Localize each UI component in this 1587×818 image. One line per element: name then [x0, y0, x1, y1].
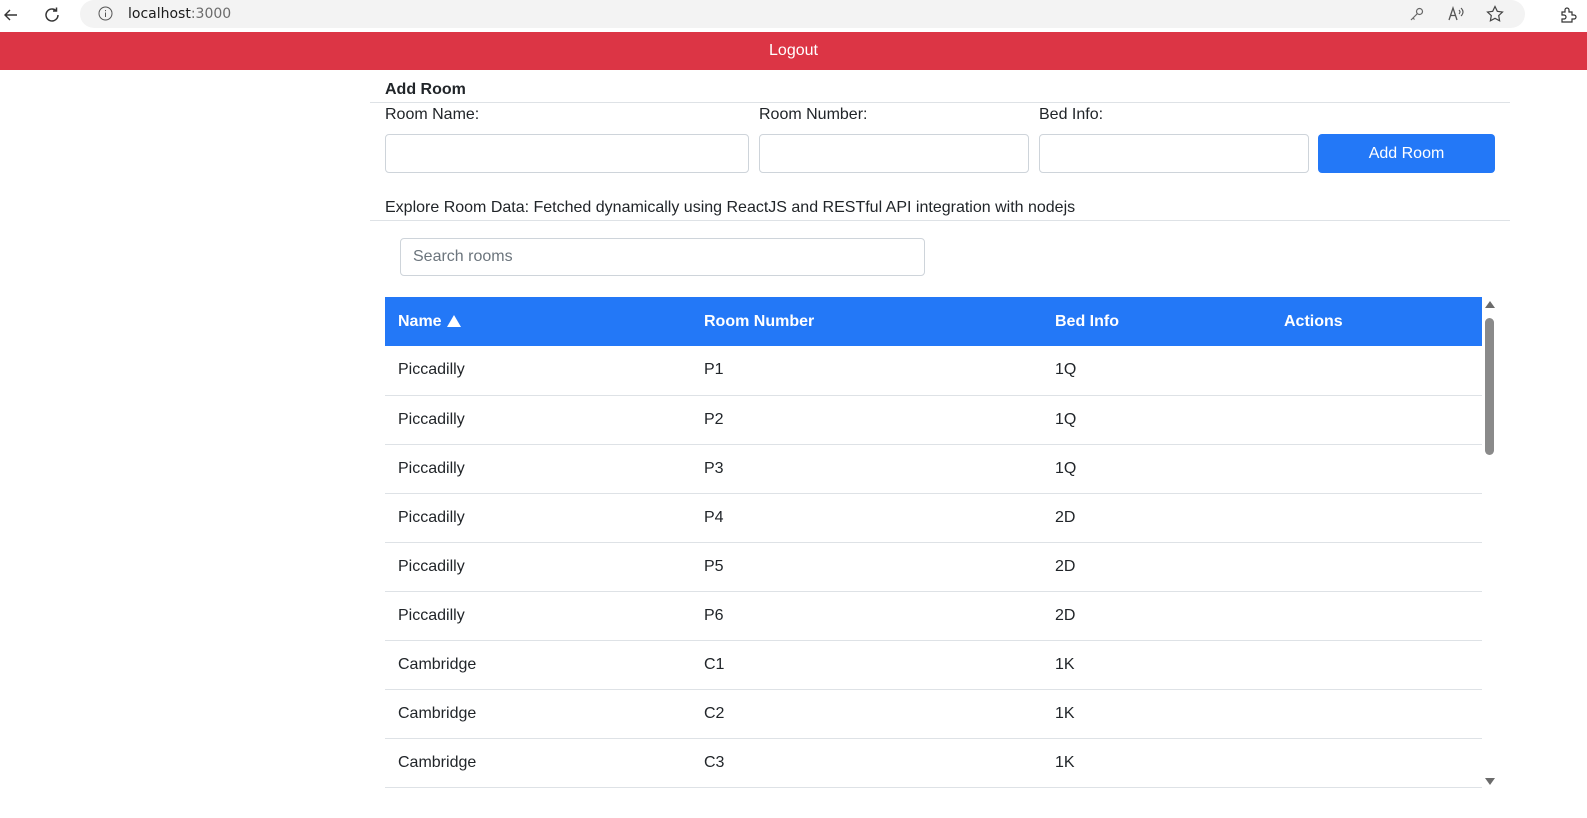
table-row: Piccadilly P2 1Q — [385, 395, 1482, 444]
room-name-input[interactable] — [385, 134, 749, 173]
column-header-room-number[interactable]: Room Number — [691, 297, 1042, 346]
table-row: Cambridge C3 1K — [385, 738, 1482, 787]
cell-name: Piccadilly — [398, 361, 465, 379]
cell-room-number: C1 — [704, 655, 725, 673]
cell-name: Cambridge — [398, 655, 477, 673]
read-aloud-icon[interactable] — [1446, 4, 1466, 24]
address-bar[interactable]: localhost:3000 — [80, 0, 1525, 28]
cell-actions — [1271, 493, 1482, 542]
cell-actions — [1271, 640, 1482, 689]
add-room-title: Add Room — [385, 81, 466, 98]
explore-description: Explore Room Data: Fetched dynamically u… — [385, 199, 1076, 216]
column-header-actions: Actions — [1284, 312, 1343, 330]
bed-info-label: Bed Info: — [1039, 106, 1104, 123]
logout-bar: Logout — [0, 32, 1587, 70]
cell-bed-info: 1K — [1055, 655, 1075, 673]
add-room-button[interactable]: Add Room — [1318, 134, 1495, 173]
cell-name: Piccadilly — [398, 459, 465, 477]
scroll-down-arrow-icon[interactable] — [1485, 778, 1495, 785]
cell-room-number: P2 — [704, 410, 724, 428]
cell-name: Piccadilly — [398, 508, 465, 526]
table-row: Piccadilly P5 2D — [385, 542, 1482, 591]
key-icon[interactable] — [1407, 4, 1427, 24]
cell-name: Cambridge — [398, 753, 477, 771]
cell-room-number: P5 — [704, 557, 724, 575]
cell-actions — [1271, 689, 1482, 738]
extensions-icon[interactable] — [1557, 4, 1579, 26]
scroll-up-arrow-icon[interactable] — [1485, 301, 1495, 308]
cell-room-number: P3 — [704, 459, 724, 477]
sort-ascending-icon — [446, 314, 461, 327]
cell-actions — [1271, 738, 1482, 787]
browser-toolbar: localhost:3000 — [0, 0, 1587, 32]
cell-bed-info: 1Q — [1055, 410, 1077, 428]
info-icon[interactable] — [98, 6, 113, 21]
cell-actions — [1271, 395, 1482, 444]
room-number-label: Room Number: — [759, 106, 868, 123]
search-input[interactable] — [400, 238, 925, 276]
table-row: Piccadilly P6 2D — [385, 591, 1482, 640]
refresh-icon[interactable] — [41, 4, 63, 26]
cell-name: Piccadilly — [398, 410, 465, 428]
rooms-table: Name Room Number Bed Info Actions Piccad… — [385, 297, 1482, 788]
cell-room-number: P6 — [704, 606, 724, 624]
bed-info-input[interactable] — [1039, 134, 1309, 173]
cell-bed-info: 2D — [1055, 557, 1076, 575]
table-row: Cambridge C2 1K — [385, 689, 1482, 738]
logout-button[interactable]: Logout — [769, 42, 818, 60]
cell-room-number: C3 — [704, 753, 725, 771]
cell-name: Piccadilly — [398, 557, 465, 575]
column-header-bed-info[interactable]: Bed Info — [1042, 297, 1271, 346]
table-header-row: Name Room Number Bed Info Actions — [385, 297, 1482, 346]
cell-actions — [1271, 542, 1482, 591]
cell-room-number: P1 — [704, 361, 724, 379]
cell-actions — [1271, 346, 1482, 395]
cell-bed-info: 1K — [1055, 704, 1075, 722]
room-name-label: Room Name: — [385, 106, 480, 123]
table-row: Piccadilly P4 2D — [385, 493, 1482, 542]
divider — [370, 102, 1510, 103]
cell-bed-info: 2D — [1055, 508, 1076, 526]
cell-bed-info: 1Q — [1055, 459, 1077, 477]
favorite-star-icon[interactable] — [1485, 4, 1505, 24]
room-number-input[interactable] — [759, 134, 1029, 173]
table-scrollbar[interactable] — [1482, 297, 1498, 789]
column-header-name[interactable]: Name — [385, 297, 691, 346]
cell-actions — [1271, 444, 1482, 493]
cell-actions — [1271, 591, 1482, 640]
cell-bed-info: 1Q — [1055, 361, 1077, 379]
url-text[interactable]: localhost:3000 — [128, 6, 231, 22]
cell-name: Cambridge — [398, 704, 477, 722]
cell-bed-info: 2D — [1055, 606, 1076, 624]
back-icon[interactable] — [0, 4, 22, 26]
table-row: Cambridge C1 1K — [385, 640, 1482, 689]
cell-bed-info: 1K — [1055, 753, 1075, 771]
cell-room-number: P4 — [704, 508, 724, 526]
table-row: Piccadilly P1 1Q — [385, 346, 1482, 395]
rooms-table-container: Name Room Number Bed Info Actions Piccad… — [385, 297, 1482, 789]
cell-room-number: C2 — [704, 704, 725, 722]
divider — [370, 220, 1510, 221]
cell-name: Piccadilly — [398, 606, 465, 624]
table-row: Piccadilly P3 1Q — [385, 444, 1482, 493]
scroll-thumb[interactable] — [1485, 318, 1494, 455]
